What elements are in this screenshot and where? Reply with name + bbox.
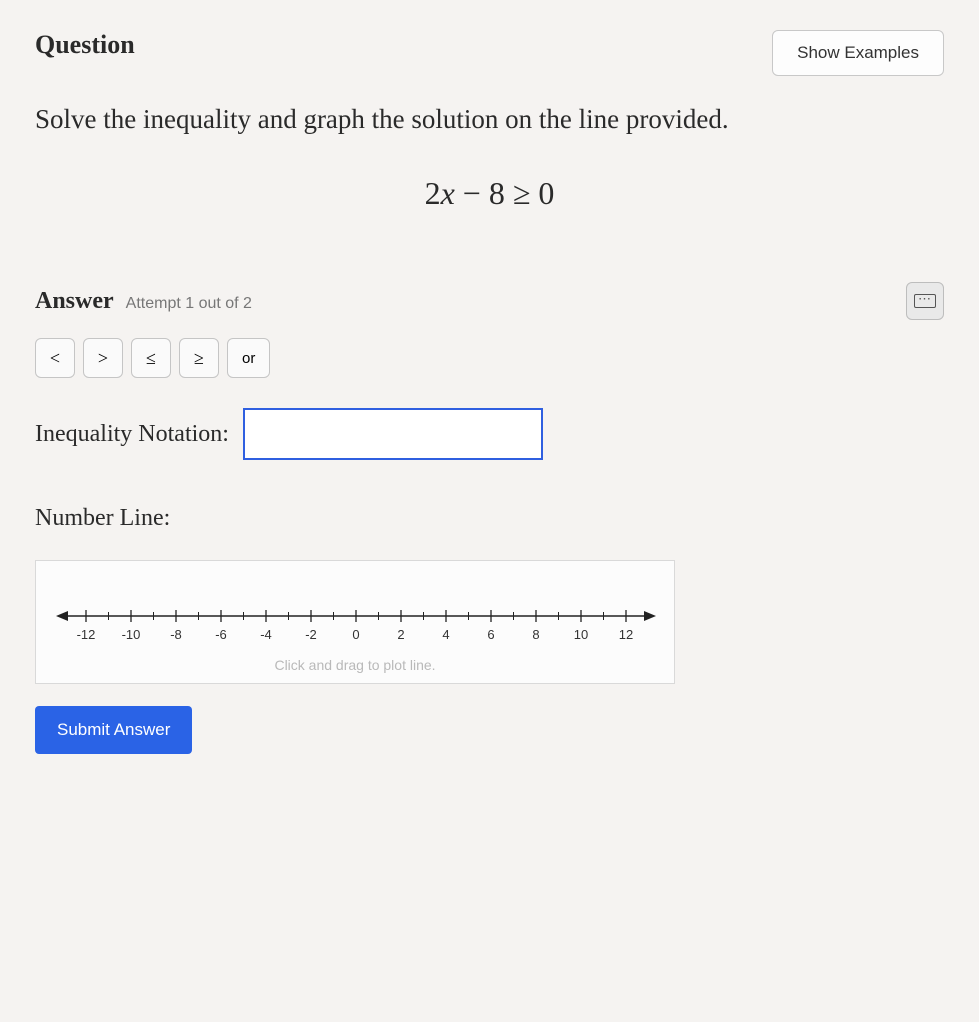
answer-heading: Answer (35, 288, 114, 315)
inequality-notation-label: Inequality Notation: (35, 421, 229, 448)
rhs: 0 (538, 175, 554, 211)
tick-label: -2 (305, 627, 317, 642)
tick-label: -4 (260, 627, 272, 642)
question-prompt: Solve the inequality and graph the solut… (35, 104, 944, 135)
tick-label: 6 (487, 627, 494, 642)
tick-label: 4 (442, 627, 449, 642)
keypad-button[interactable] (906, 282, 944, 320)
submit-answer-button[interactable]: Submit Answer (35, 706, 192, 754)
number-line-canvas[interactable]: -12 -10 -8 -6 -4 -2 0 2 4 6 8 10 12 Click and drag t… (35, 560, 675, 684)
number-line-hint: Click and drag to plot line. (56, 657, 654, 673)
inequality-expression: 2x − 8 ≥ 0 (35, 175, 944, 212)
coefficient: 2 (425, 175, 441, 211)
variable: x (441, 175, 455, 211)
tick-label: -12 (77, 627, 96, 642)
tick-label: 10 (574, 627, 588, 642)
tick-label: 2 (397, 627, 404, 642)
number-line-label: Number Line: (35, 505, 944, 532)
relation-operator: ≥ (505, 175, 539, 211)
constant: 8 (489, 175, 505, 211)
tick-label: -10 (122, 627, 141, 642)
tick-label: 0 (352, 627, 359, 642)
question-heading: Question (35, 30, 135, 60)
less-equal-button[interactable]: ≤ (131, 338, 171, 378)
show-examples-button[interactable]: Show Examples (772, 30, 944, 76)
inequality-notation-input[interactable] (243, 408, 543, 460)
number-line-svg[interactable]: -12 -10 -8 -6 -4 -2 0 2 4 6 8 10 12 (56, 601, 656, 651)
less-than-button[interactable]: < (35, 338, 75, 378)
arrow-right-icon (644, 611, 656, 621)
greater-equal-button[interactable]: ≥ (179, 338, 219, 378)
keypad-icon (914, 294, 936, 308)
or-button[interactable]: or (227, 338, 270, 378)
arrow-left-icon (56, 611, 68, 621)
tick-label: -8 (170, 627, 182, 642)
minus-operator: − (455, 175, 489, 211)
greater-than-button[interactable]: > (83, 338, 123, 378)
tick-label: -6 (215, 627, 227, 642)
attempt-counter: Attempt 1 out of 2 (126, 295, 252, 313)
tick-label: 12 (619, 627, 633, 642)
tick-label: 8 (532, 627, 539, 642)
operator-toolbar: < > ≤ ≥ or (35, 338, 944, 378)
